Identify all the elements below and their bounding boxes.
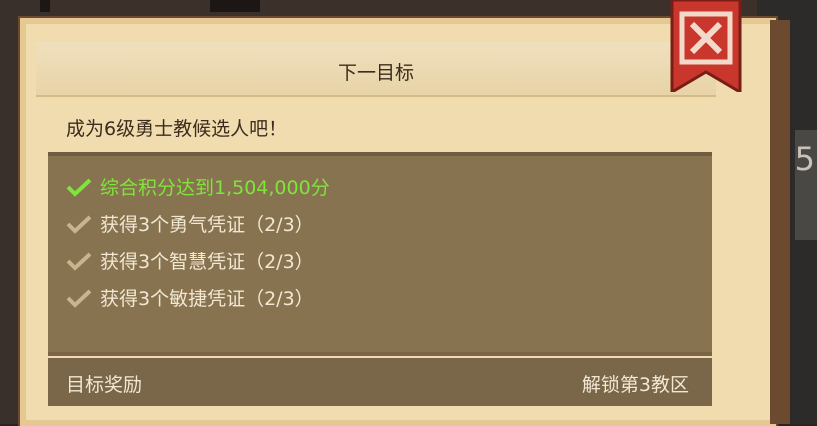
background-ornament (210, 0, 260, 12)
reward-value: 解锁第3教区 (581, 374, 689, 396)
dialog-frame (770, 20, 790, 424)
check-icon (66, 251, 92, 271)
condition-item: 获得3个智慧凭证（2/3） (66, 242, 330, 279)
condition-label: 综合积分达到1,504,000分 (100, 177, 330, 199)
conditions-list: 综合积分达到1,504,000分 获得3个勇气凭证（2/3） 获得3个智慧凭证（… (66, 168, 330, 316)
goal-description: 成为6级勇士教候选人吧！ (66, 118, 288, 140)
background-right-glyph: 5 (794, 140, 815, 178)
check-icon (66, 288, 92, 308)
check-icon (66, 214, 92, 234)
condition-item: 综合积分达到1,504,000分 (66, 168, 330, 205)
reward-label: 目标奖励 (66, 374, 143, 396)
close-button[interactable] (668, 0, 744, 95)
condition-label: 获得3个敏捷凭证（2/3） (100, 288, 314, 310)
condition-label: 获得3个勇气凭证（2/3） (100, 214, 314, 236)
condition-label: 获得3个智慧凭证（2/3） (100, 251, 314, 273)
condition-item: 获得3个勇气凭证（2/3） (66, 205, 330, 242)
title-separator (36, 95, 716, 97)
close-icon (670, 0, 742, 95)
condition-item: 获得3个敏捷凭证（2/3） (66, 279, 330, 316)
check-icon (66, 177, 92, 197)
conditions-divider (48, 352, 712, 356)
dialog-title: 下一目标 (337, 62, 414, 84)
